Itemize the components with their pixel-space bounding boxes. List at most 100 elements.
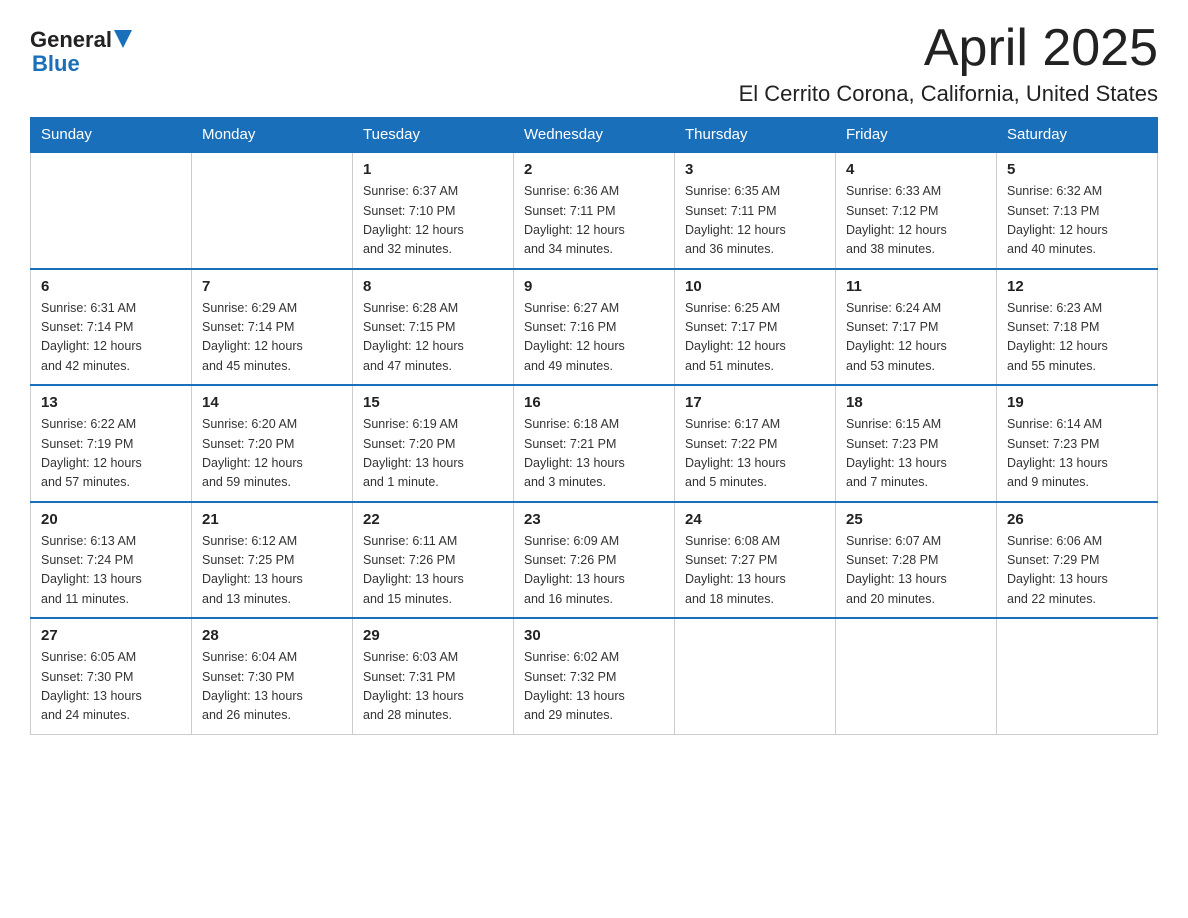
calendar-cell: 3 Sunrise: 6:35 AMSunset: 7:11 PMDaylight…	[675, 152, 836, 269]
week-row-4: 20 Sunrise: 6:13 AMSunset: 7:24 PMDayligh…	[31, 502, 1158, 619]
logo-icon: General Blue	[30, 28, 132, 76]
day-info: Sunrise: 6:07 AMSunset: 7:28 PMDaylight:…	[846, 532, 986, 610]
col-sunday: Sunday	[31, 118, 192, 153]
calendar-cell: 10 Sunrise: 6:25 AMSunset: 7:17 PMDayligh…	[675, 269, 836, 386]
calendar-cell: 4 Sunrise: 6:33 AMSunset: 7:12 PMDaylight…	[836, 152, 997, 269]
day-number: 20	[41, 511, 181, 528]
week-row-5: 27 Sunrise: 6:05 AMSunset: 7:30 PMDayligh…	[31, 618, 1158, 734]
day-number: 12	[1007, 278, 1147, 295]
day-info: Sunrise: 6:31 AMSunset: 7:14 PMDaylight:…	[41, 299, 181, 377]
logo-text-blue: Blue	[32, 52, 80, 76]
logo: General Blue	[30, 28, 132, 76]
day-info: Sunrise: 6:23 AMSunset: 7:18 PMDaylight:…	[1007, 299, 1147, 377]
calendar-cell: 7Sunrise: 6:29 AMSunset: 7:14 PMDaylight…	[192, 269, 353, 386]
calendar-cell: 8Sunrise: 6:28 AMSunset: 7:15 PMDaylight…	[353, 269, 514, 386]
day-info: Sunrise: 6:02 AMSunset: 7:32 PMDaylight:…	[524, 648, 664, 726]
calendar-cell: 13Sunrise: 6:22 AMSunset: 7:19 PMDayligh…	[31, 385, 192, 502]
day-info: Sunrise: 6:08 AMSunset: 7:27 PMDaylight:…	[685, 532, 825, 610]
day-number: 27	[41, 627, 181, 644]
day-info: Sunrise: 6:18 AMSunset: 7:21 PMDaylight:…	[524, 415, 664, 493]
calendar-cell	[192, 152, 353, 269]
day-number: 26	[1007, 511, 1147, 528]
calendar-cell: 28 Sunrise: 6:04 AMSunset: 7:30 PMDayligh…	[192, 618, 353, 734]
logo-text-general: General	[30, 28, 112, 52]
day-number: 11	[846, 278, 986, 295]
week-row-2: 6 Sunrise: 6:31 AMSunset: 7:14 PMDaylight…	[31, 269, 1158, 386]
day-number: 18	[846, 394, 986, 411]
day-info: Sunrise: 6:25 AMSunset: 7:17 PMDaylight:…	[685, 299, 825, 377]
day-number: 6	[41, 278, 181, 295]
day-info: Sunrise: 6:05 AMSunset: 7:30 PMDaylight:…	[41, 648, 181, 726]
day-number: 15	[363, 394, 503, 411]
day-info: Sunrise: 6:09 AMSunset: 7:26 PMDaylight:…	[524, 532, 664, 610]
day-info: Sunrise: 6:06 AMSunset: 7:29 PMDaylight:…	[1007, 532, 1147, 610]
calendar-cell: 26 Sunrise: 6:06 AMSunset: 7:29 PMDayligh…	[997, 502, 1158, 619]
day-info: Sunrise: 6:33 AMSunset: 7:12 PMDaylight:…	[846, 182, 986, 260]
day-number: 16	[524, 394, 664, 411]
calendar-cell: 27 Sunrise: 6:05 AMSunset: 7:30 PMDayligh…	[31, 618, 192, 734]
calendar-cell: 5 Sunrise: 6:32 AMSunset: 7:13 PMDaylight…	[997, 152, 1158, 269]
calendar-table: Sunday Monday Tuesday Wednesday Thursday…	[30, 117, 1158, 735]
calendar-cell: 12 Sunrise: 6:23 AMSunset: 7:18 PMDayligh…	[997, 269, 1158, 386]
day-info: Sunrise: 6:03 AMSunset: 7:31 PMDaylight:…	[363, 648, 503, 726]
col-monday: Monday	[192, 118, 353, 153]
col-thursday: Thursday	[675, 118, 836, 153]
calendar-cell: 11 Sunrise: 6:24 AMSunset: 7:17 PMDayligh…	[836, 269, 997, 386]
calendar-cell: 15Sunrise: 6:19 AMSunset: 7:20 PMDayligh…	[353, 385, 514, 502]
calendar-header-row: Sunday Monday Tuesday Wednesday Thursday…	[31, 118, 1158, 153]
day-number: 30	[524, 627, 664, 644]
day-number: 2	[524, 161, 664, 178]
day-number: 10	[685, 278, 825, 295]
day-number: 21	[202, 511, 342, 528]
week-row-3: 13Sunrise: 6:22 AMSunset: 7:19 PMDayligh…	[31, 385, 1158, 502]
calendar-cell: 29Sunrise: 6:03 AMSunset: 7:31 PMDayligh…	[353, 618, 514, 734]
month-title: April 2025	[739, 20, 1158, 77]
day-info: Sunrise: 6:17 AMSunset: 7:22 PMDaylight:…	[685, 415, 825, 493]
day-number: 22	[363, 511, 503, 528]
calendar-cell: 25 Sunrise: 6:07 AMSunset: 7:28 PMDayligh…	[836, 502, 997, 619]
day-number: 13	[41, 394, 181, 411]
page-header: General Blue April 2025 El Cerrito Coron…	[30, 20, 1158, 107]
calendar-cell: 16 Sunrise: 6:18 AMSunset: 7:21 PMDayligh…	[514, 385, 675, 502]
week-row-1: 1 Sunrise: 6:37 AMSunset: 7:10 PMDaylight…	[31, 152, 1158, 269]
day-number: 28	[202, 627, 342, 644]
calendar-cell: 30 Sunrise: 6:02 AMSunset: 7:32 PMDayligh…	[514, 618, 675, 734]
day-number: 4	[846, 161, 986, 178]
day-number: 1	[363, 161, 503, 178]
location-title: El Cerrito Corona, California, United St…	[739, 81, 1158, 107]
day-info: Sunrise: 6:24 AMSunset: 7:17 PMDaylight:…	[846, 299, 986, 377]
day-info: Sunrise: 6:20 AMSunset: 7:20 PMDaylight:…	[202, 415, 342, 493]
calendar-cell: 21 Sunrise: 6:12 AMSunset: 7:25 PMDayligh…	[192, 502, 353, 619]
day-number: 7	[202, 278, 342, 295]
calendar-cell	[31, 152, 192, 269]
day-number: 9	[524, 278, 664, 295]
day-number: 17	[685, 394, 825, 411]
day-number: 25	[846, 511, 986, 528]
day-number: 5	[1007, 161, 1147, 178]
day-info: Sunrise: 6:32 AMSunset: 7:13 PMDaylight:…	[1007, 182, 1147, 260]
day-number: 3	[685, 161, 825, 178]
day-info: Sunrise: 6:15 AMSunset: 7:23 PMDaylight:…	[846, 415, 986, 493]
day-number: 23	[524, 511, 664, 528]
calendar-cell: 1 Sunrise: 6:37 AMSunset: 7:10 PMDaylight…	[353, 152, 514, 269]
day-info: Sunrise: 6:04 AMSunset: 7:30 PMDaylight:…	[202, 648, 342, 726]
day-info: Sunrise: 6:11 AMSunset: 7:26 PMDaylight:…	[363, 532, 503, 610]
day-number: 14	[202, 394, 342, 411]
day-info: Sunrise: 6:36 AMSunset: 7:11 PMDaylight:…	[524, 182, 664, 260]
day-info: Sunrise: 6:37 AMSunset: 7:10 PMDaylight:…	[363, 182, 503, 260]
day-info: Sunrise: 6:27 AMSunset: 7:16 PMDaylight:…	[524, 299, 664, 377]
day-info: Sunrise: 6:12 AMSunset: 7:25 PMDaylight:…	[202, 532, 342, 610]
day-info: Sunrise: 6:35 AMSunset: 7:11 PMDaylight:…	[685, 182, 825, 260]
calendar-cell: 2 Sunrise: 6:36 AMSunset: 7:11 PMDaylight…	[514, 152, 675, 269]
calendar-cell: 14 Sunrise: 6:20 AMSunset: 7:20 PMDayligh…	[192, 385, 353, 502]
calendar-cell: 24Sunrise: 6:08 AMSunset: 7:27 PMDayligh…	[675, 502, 836, 619]
col-tuesday: Tuesday	[353, 118, 514, 153]
calendar-cell: 18 Sunrise: 6:15 AMSunset: 7:23 PMDayligh…	[836, 385, 997, 502]
calendar-cell	[675, 618, 836, 734]
day-info: Sunrise: 6:28 AMSunset: 7:15 PMDaylight:…	[363, 299, 503, 377]
calendar-cell: 22 Sunrise: 6:11 AMSunset: 7:26 PMDayligh…	[353, 502, 514, 619]
logo-triangle-icon	[114, 30, 132, 48]
col-saturday: Saturday	[997, 118, 1158, 153]
calendar-cell	[836, 618, 997, 734]
day-info: Sunrise: 6:13 AMSunset: 7:24 PMDaylight:…	[41, 532, 181, 610]
